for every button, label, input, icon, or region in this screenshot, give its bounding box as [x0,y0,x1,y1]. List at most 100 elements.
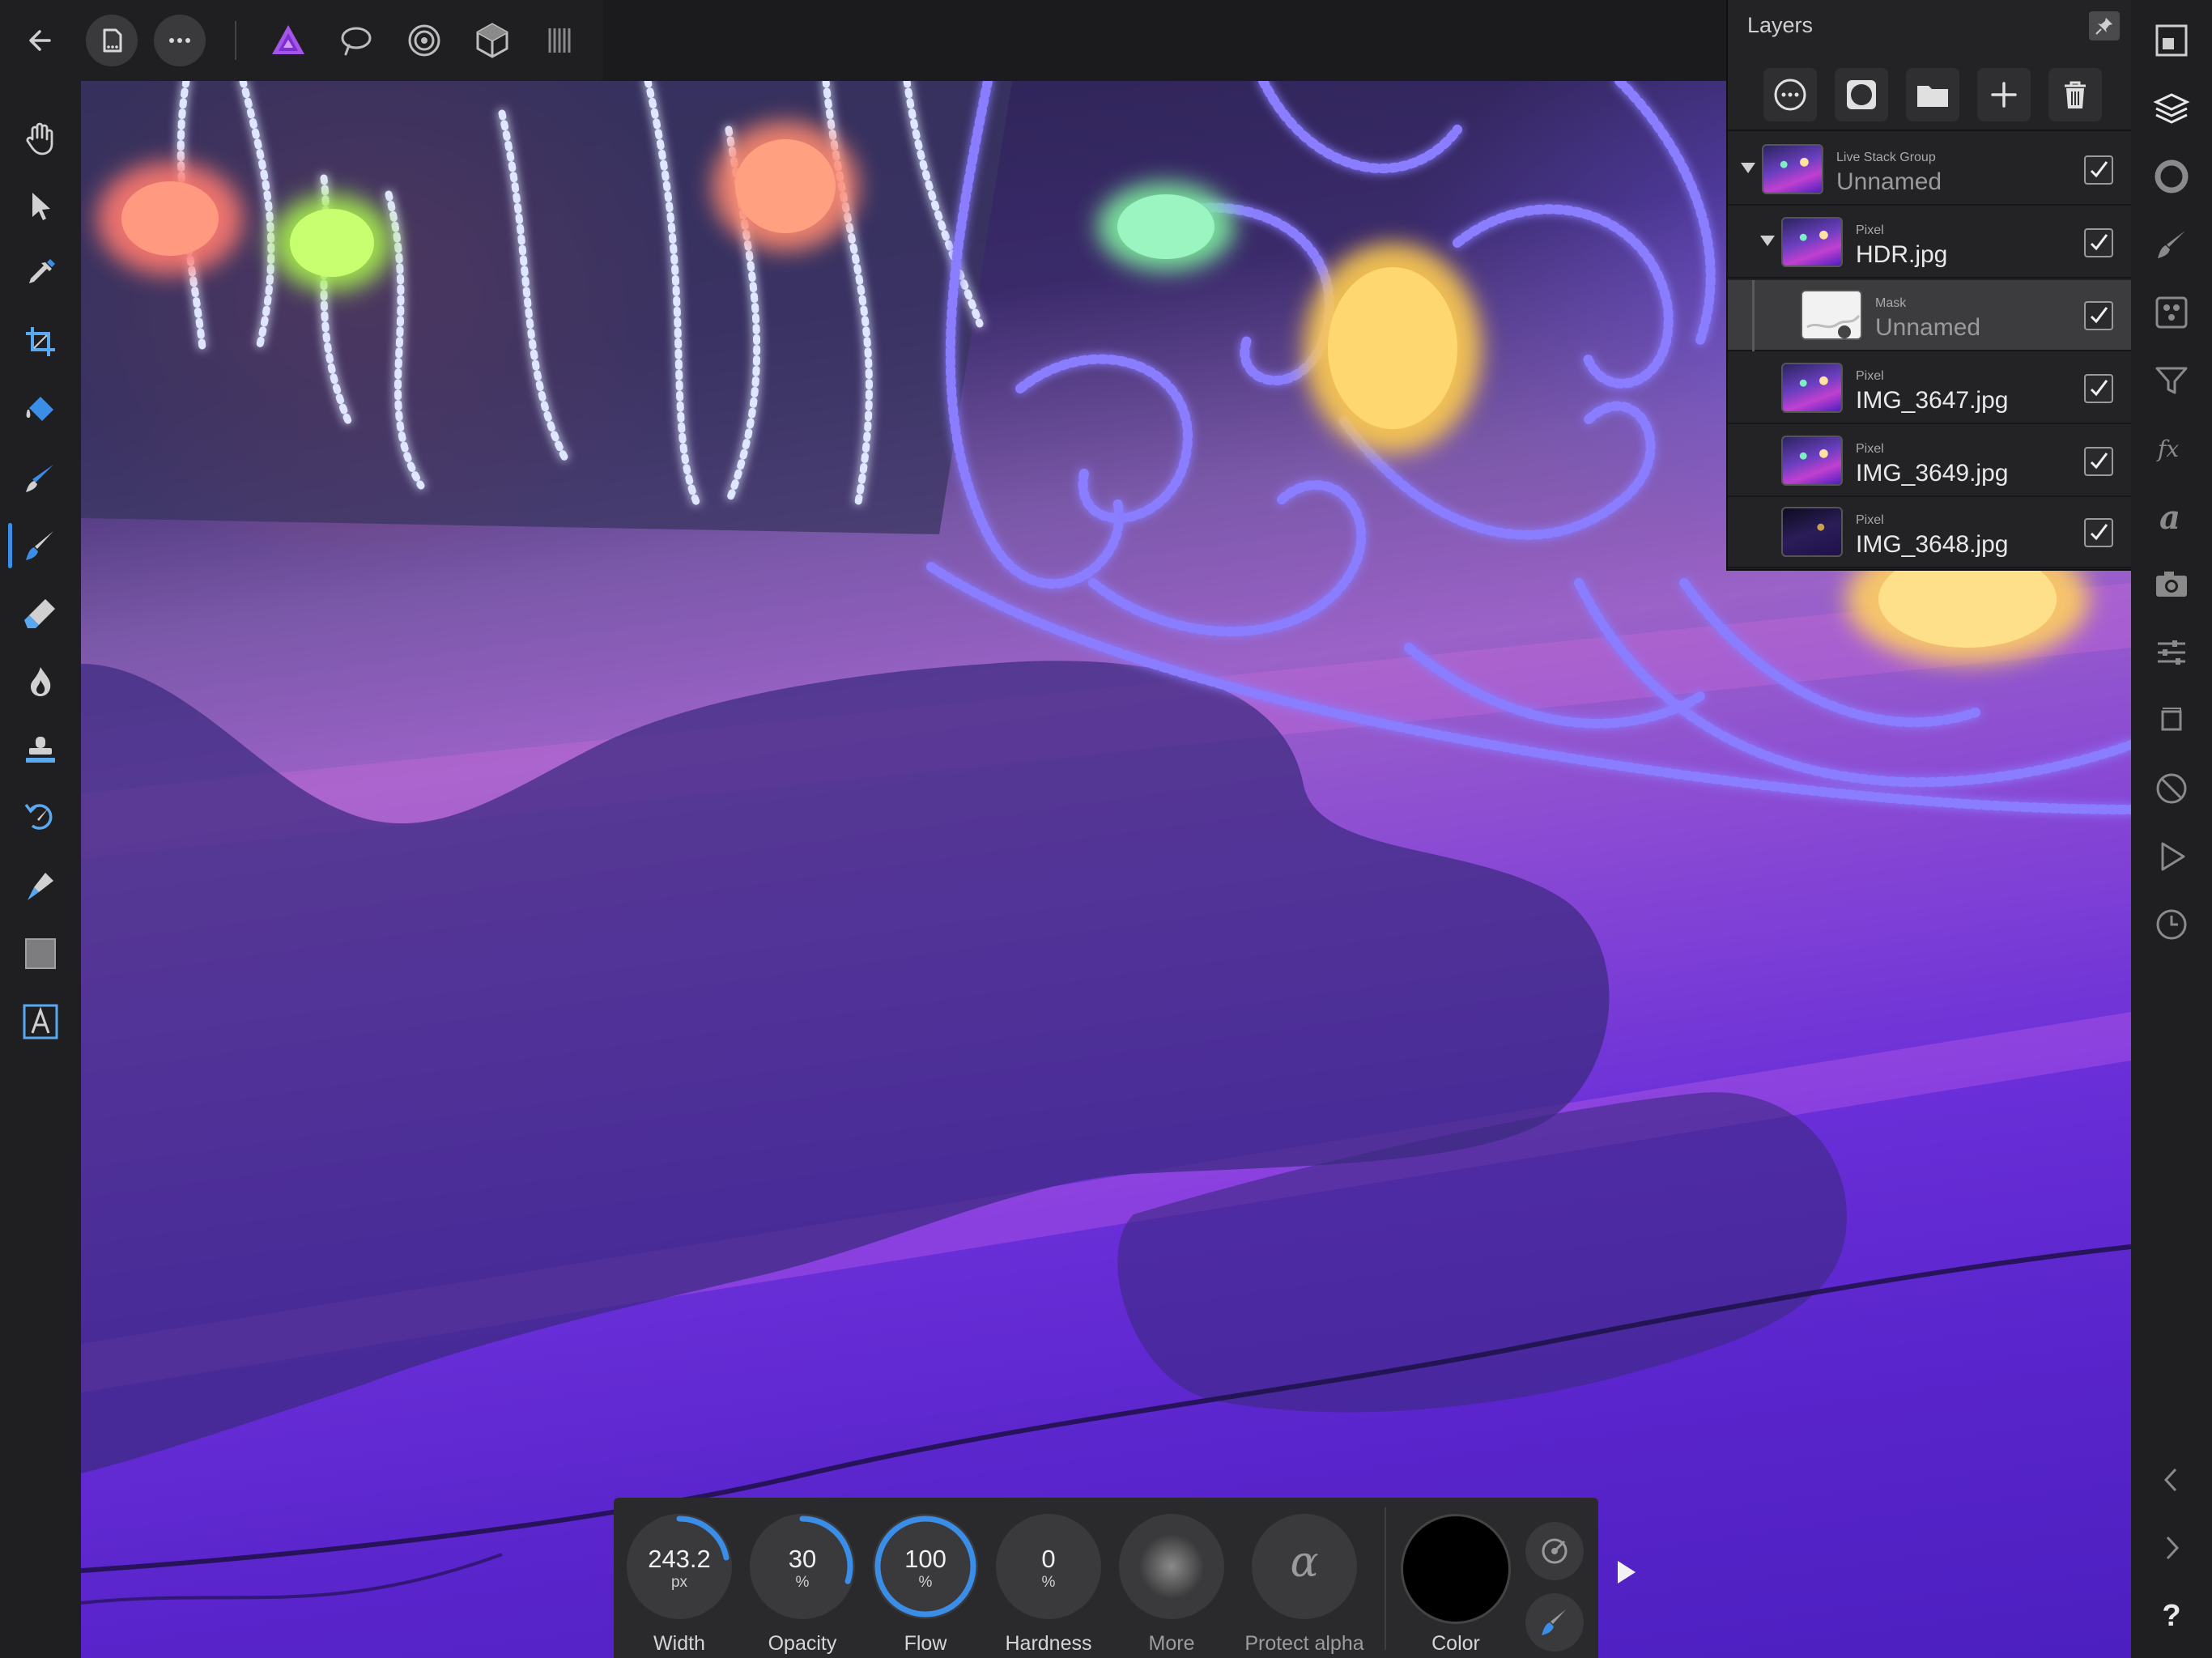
move-tool[interactable] [16,181,65,230]
flood-fill-tool[interactable] [16,385,65,434]
layer-name-label: Unnamed [1836,168,1942,195]
selection-brush-tool-icon [26,465,53,492]
studio-panel: fx a ? [2131,0,2212,1658]
mask-studio-button[interactable] [2149,766,2194,811]
layer-row-live-stack-group[interactable]: Live Stack Group Unnamed [1728,134,2133,206]
help-button[interactable]: ? [2149,1593,2194,1639]
delete-layer-button[interactable] [2048,68,2102,121]
pen-tool[interactable] [16,861,65,910]
styles-studio-button[interactable]: a [2149,494,2194,539]
layer-row-hdr[interactable]: Pixel HDR.jpg [1728,207,2133,278]
tone-mapping-persona-button[interactable] [466,15,518,66]
layer-visibility-checkbox[interactable] [2084,301,2113,330]
color-studio-button[interactable] [2149,154,2194,199]
brush-context-toolbar: 243.2 px Width 30 % Opacity 100 % Flow 0… [614,1498,1598,1658]
next-button[interactable] [2149,1525,2194,1571]
document-button[interactable] [86,15,138,66]
layer-visibility-checkbox[interactable] [2084,518,2113,547]
layer-visibility-checkbox[interactable] [2084,447,2113,476]
rectangle-tool-icon [25,938,56,969]
width-control[interactable]: 243.2 px Width [625,1514,734,1658]
layer-visibility-checkbox[interactable] [2084,374,2113,403]
hand-tool[interactable] [16,113,65,162]
crop-tool[interactable] [16,317,65,366]
layer-row-mask[interactable]: Mask Unnamed [1728,280,2133,351]
brushes-studio-button[interactable] [2149,222,2194,267]
previous-button[interactable] [2149,1457,2194,1503]
opacity-control[interactable]: 30 % Opacity [748,1514,857,1658]
add-layer-button[interactable] [1977,68,2031,121]
paint-brush-tool[interactable] [8,521,65,570]
layer-type-label: Pixel [1856,442,1884,456]
pin-panel-button[interactable] [2089,11,2120,40]
color-well[interactable] [1401,1514,1511,1624]
color-picker-button[interactable] [1525,1522,1584,1580]
clone-brush-tool[interactable] [16,725,65,774]
liquify-persona-button[interactable] [330,15,382,66]
add-mask-button[interactable] [1835,68,1888,121]
opacity-dial[interactable]: 30 % [750,1514,855,1619]
flow-dial[interactable]: 100 % [873,1514,978,1619]
hand-tool-icon [26,122,53,155]
layer-type-label: Mask [1875,296,1907,310]
layer-thumbnail [1781,436,1843,486]
effects-studio-button[interactable]: fx [2149,426,2194,471]
protect-alpha-control[interactable]: α Protect alpha [1244,1514,1364,1658]
history-studio-button[interactable] [2149,902,2194,947]
transform-studio-button[interactable] [2149,630,2194,675]
text-tool[interactable] [16,997,65,1046]
layer-options-button[interactable] [1763,68,1817,121]
collapse-triangle-icon[interactable] [1757,230,1778,251]
layer-name-label: Unnamed [1875,314,1981,341]
back-button[interactable] [15,15,66,66]
collapse-triangle-icon[interactable] [1738,157,1759,178]
macro-studio-button[interactable] [2149,834,2194,879]
hardness-control[interactable]: 0 % Hardness [994,1514,1103,1658]
opacity-value: 30 [788,1545,817,1573]
layer-row-img-3648[interactable]: Pixel IMG_3648.jpg [1728,497,2133,568]
opacity-label: Opacity [768,1632,837,1655]
flow-control[interactable]: 100 % Flow [871,1514,980,1658]
develop-persona-button[interactable] [398,15,450,66]
mask-icon [1847,80,1876,109]
layers-studio-button[interactable] [2149,86,2194,131]
layer-visibility-checkbox[interactable] [2084,155,2113,185]
checkmark-icon [2090,307,2108,324]
clone-brush-tool-icon [26,737,55,763]
layer-visibility-checkbox[interactable] [2084,228,2113,257]
add-group-button[interactable] [1906,68,1959,121]
selection-brush-tool[interactable] [16,453,65,502]
layer-row-img-3649[interactable]: Pixel IMG_3649.jpg [1728,426,2133,497]
play-icon [2161,842,2185,871]
navigator-studio-button[interactable] [2149,18,2194,63]
context-divider [1385,1507,1386,1650]
more-control[interactable]: More [1117,1514,1226,1658]
color-label: Color [1431,1632,1480,1655]
tools-panel [0,81,81,1658]
stock-studio-button[interactable] [2149,562,2194,607]
export-persona-button[interactable] [534,15,586,66]
dodge-brush-tool[interactable] [16,657,65,706]
layer-row-img-3647[interactable]: Pixel IMG_3647.jpg [1728,353,2133,424]
photo-persona-button[interactable] [262,15,314,66]
liquify-persona-icon [341,27,372,56]
swatches-studio-button[interactable] [2149,698,2194,743]
color-picker-tool-icon [29,259,55,283]
channels-studio-button[interactable] [2149,290,2194,335]
undo-brush-tool[interactable] [16,793,65,842]
hardness-dial[interactable]: 0 % [996,1514,1101,1619]
brush-settings-button[interactable] [1525,1593,1584,1652]
more-button[interactable] [154,15,206,66]
layer-name-label: IMG_3648.jpg [1856,531,2009,558]
protect-alpha-toggle[interactable]: α [1252,1514,1357,1619]
erase-brush-tool[interactable] [16,589,65,638]
more-dial[interactable] [1119,1514,1224,1619]
tone-mapping-persona-icon [476,23,508,58]
plus-icon [1991,82,2017,108]
adjustments-studio-button[interactable] [2149,358,2194,403]
sliders-icon [2158,640,2185,665]
color-picker-tool[interactable] [16,249,65,298]
rectangle-tool[interactable] [16,929,65,978]
expand-toolbar-arrow-icon[interactable] [1611,1558,1640,1587]
width-dial[interactable]: 243.2 px [627,1514,732,1619]
